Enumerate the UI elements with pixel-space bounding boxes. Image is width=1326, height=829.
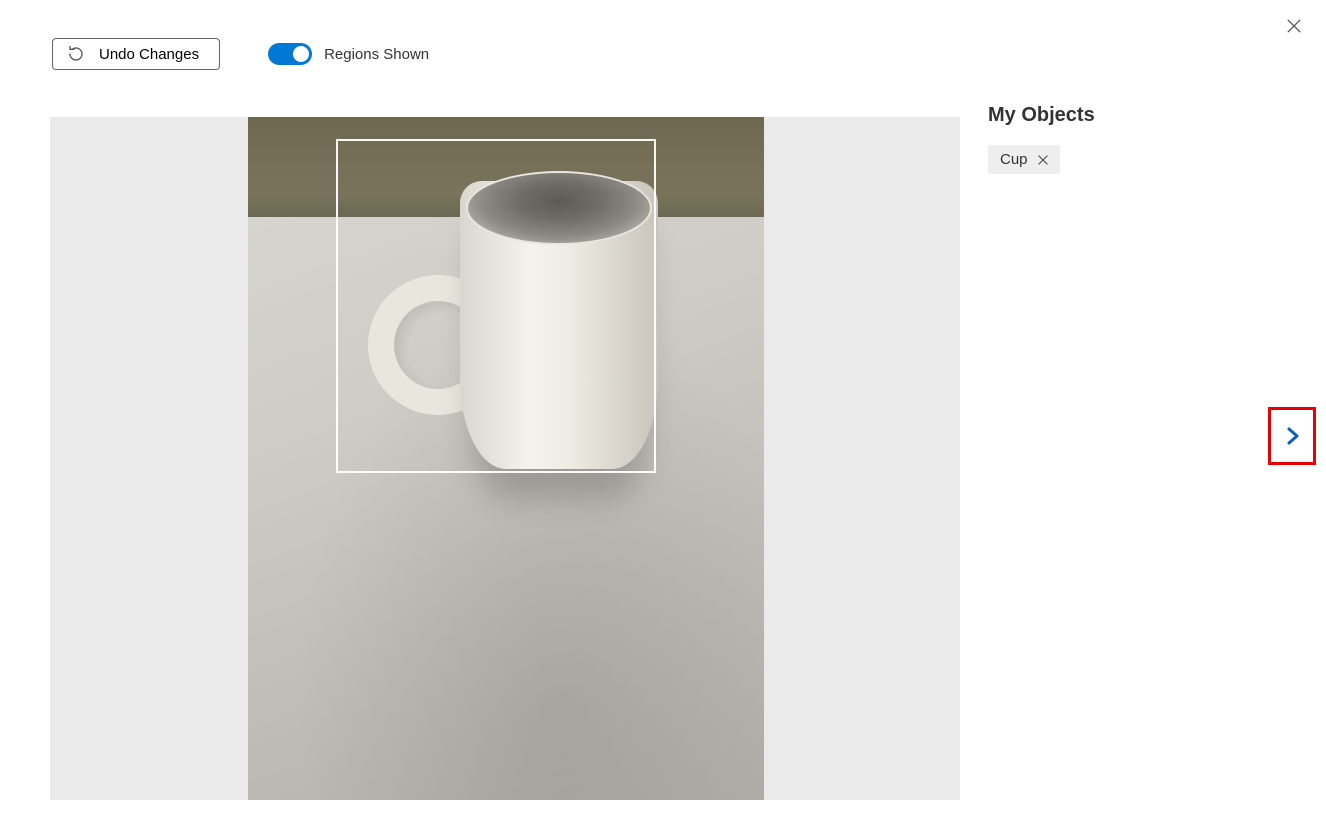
chevron-right-icon [1280, 421, 1304, 451]
objects-panel: My Objects Cup [988, 104, 1266, 174]
close-icon [1284, 16, 1304, 36]
regions-toggle-group: Regions Shown [268, 43, 429, 65]
remove-tag-button[interactable] [1036, 153, 1050, 167]
undo-icon [67, 45, 85, 63]
image-stage [50, 117, 960, 800]
regions-toggle[interactable] [268, 43, 312, 65]
close-button[interactable] [1280, 12, 1308, 40]
objects-panel-title: My Objects [988, 104, 1266, 127]
close-icon [1036, 153, 1050, 167]
object-tag[interactable]: Cup [988, 145, 1060, 174]
regions-toggle-label: Regions Shown [324, 46, 429, 63]
bounding-box-region[interactable] [336, 139, 656, 473]
undo-changes-button[interactable]: Undo Changes [52, 38, 220, 70]
undo-changes-label: Undo Changes [99, 46, 199, 63]
object-tag-label: Cup [1000, 151, 1028, 168]
next-image-button[interactable] [1268, 407, 1316, 465]
toggle-knob [293, 46, 309, 62]
editor-toolbar: Undo Changes Regions Shown [52, 38, 429, 70]
